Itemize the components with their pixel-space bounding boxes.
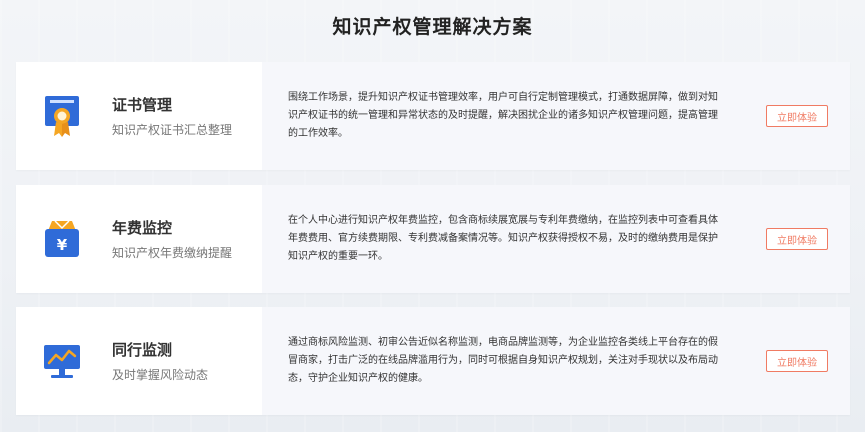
card-subtitle: 及时掌握风险动态 <box>112 368 209 382</box>
card-description: 在个人中心进行知识产权年费监控，包含商标续展宽展与专利年费缴纳，在监控列表中可查… <box>288 215 718 262</box>
card-title: 证书管理 <box>112 96 173 114</box>
card-body: 围绕工作场景，提升知识产权证书管理效率，用户可自行定制管理模式，打通数据屏障，做… <box>262 62 850 170</box>
card-body: 通过商标风险监测、初审公告近似名称监测，电商品牌监测等，为企业监控各类线上平台存… <box>262 307 850 415</box>
card-title: 年费监控 <box>112 219 173 237</box>
card-subtitle: 知识产权证书汇总整理 <box>112 123 233 137</box>
try-now-button[interactable]: 立即体验 <box>766 105 828 127</box>
card-description: 围绕工作场景，提升知识产权证书管理效率，用户可自行定制管理模式，打通数据屏障，做… <box>288 92 718 139</box>
try-now-button[interactable]: 立即体验 <box>766 350 828 372</box>
card-description: 通过商标风险监测、初审公告近似名称监测，电商品牌监测等，为企业监控各类线上平台存… <box>288 337 718 384</box>
page-title: 知识产权管理解决方案 <box>332 16 533 38</box>
card-title: 同行监测 <box>112 341 173 359</box>
solution-card-certificate: 证书管理 知识产权证书汇总整理 围绕工作场景，提升知识产权证书管理效率，用户可自… <box>16 62 850 170</box>
try-now-button[interactable]: 立即体验 <box>766 228 828 250</box>
card-subtitle: 知识产权年费缴纳提醒 <box>112 246 233 260</box>
card-header: ¥ 年费监控 知识产权年费缴纳提醒 <box>16 185 262 293</box>
fee-wallet-icon: ¥ <box>42 217 82 261</box>
solution-card-peer-monitoring: 同行监测 及时掌握风险动态 通过商标风险监测、初审公告近似名称监测，电商品牌监测… <box>16 307 850 415</box>
card-body: 在个人中心进行知识产权年费监控，包含商标续展宽展与专利年费缴纳，在监控列表中可查… <box>262 185 850 293</box>
yuan-glyph: ¥ <box>57 236 68 254</box>
certificate-icon <box>42 94 82 138</box>
solution-card-annual-fee: ¥ 年费监控 知识产权年费缴纳提醒 在个人中心进行知识产权年费监控，包含商标续展… <box>16 185 850 293</box>
monitor-chart-icon <box>42 339 82 383</box>
card-header: 同行监测 及时掌握风险动态 <box>16 307 262 415</box>
card-header: 证书管理 知识产权证书汇总整理 <box>16 62 262 170</box>
